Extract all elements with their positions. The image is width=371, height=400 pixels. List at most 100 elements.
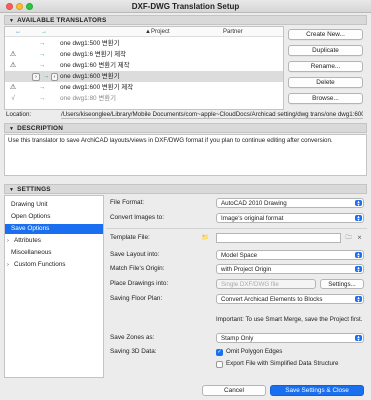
nav-open-options[interactable]: Open Options	[5, 212, 103, 222]
translator-list[interactable]: ↔ → ▲Project Partner → one dwg1:500 변환기 …	[4, 26, 284, 110]
cancel-button[interactable]: Cancel	[202, 385, 266, 396]
project-column-header[interactable]: ▲Project	[145, 27, 170, 37]
zoom-window-button[interactable]	[26, 3, 33, 10]
save-options-panel: File Format: AutoCAD 2010 Drawing ▲ ▼ Con…	[106, 195, 367, 378]
smart-merge-note: Important: To use Smart Merge, save the …	[216, 316, 363, 323]
settings-area: Drawing Unit Open Options Save Options ›…	[4, 195, 367, 383]
translator-name: one dwg1:6 변환기 제작	[60, 51, 126, 58]
popup-arrows-icon: ▲ ▼	[355, 265, 362, 273]
window-title: DXF-DWG Translation Setup	[131, 2, 240, 11]
disclosure-triangle-icon[interactable]: ▼	[9, 17, 14, 26]
template-file-label: Template File:	[110, 234, 150, 241]
clear-file-icon[interactable]: ⨯	[355, 234, 364, 242]
nav-save-options[interactable]: Save Options	[5, 224, 103, 234]
popup-arrows-icon: ▲ ▼	[355, 214, 362, 222]
place-drawings-settings-button[interactable]: Settings...	[320, 279, 364, 289]
location-path: /Users/kiseonglee/Library/Mobile Documen…	[61, 111, 363, 119]
export-simplified-checkbox[interactable]	[216, 361, 223, 368]
delete-button[interactable]: Delete	[288, 77, 363, 88]
create-new-button[interactable]: Create New...	[288, 29, 363, 40]
save-zones-select[interactable]: Stamp Only ▲ ▼	[216, 333, 364, 343]
save-settings-close-button[interactable]: Save Settings & Close	[270, 385, 364, 396]
place-drawings-value: Single DXF/DWG file	[221, 281, 279, 288]
nav-custom-functions[interactable]: › Custom Functions	[5, 260, 103, 270]
description-text: Use this translator to save ArchiCAD lay…	[4, 134, 367, 176]
export-arrow-icon: →	[39, 84, 46, 91]
nav-attributes[interactable]: › Attributes	[5, 236, 103, 246]
window-title-bar: DXF-DWG Translation Setup	[0, 0, 371, 13]
place-drawings-select[interactable]: Single DXF/DWG file	[216, 279, 316, 289]
bidirectional-column-icon[interactable]: ↔	[15, 27, 21, 37]
convert-images-value: Image's original format	[221, 215, 284, 222]
template-file-field[interactable]	[216, 233, 341, 243]
settings-title: SETTINGS	[17, 186, 51, 193]
file-format-label: File Format:	[110, 199, 145, 206]
save-layout-label: Save Layout into:	[110, 251, 160, 258]
nav-label: Custom Functions	[14, 261, 66, 268]
row-expand-button[interactable]: ›	[32, 73, 40, 81]
export-arrow-icon: →	[39, 40, 46, 47]
rename-button[interactable]: Rename...	[288, 61, 363, 72]
translator-row-selected[interactable]: › → › one dwg1:600 변환기	[5, 71, 283, 82]
file-format-select[interactable]: AutoCAD 2010 Drawing ▲ ▼	[216, 198, 364, 208]
settings-header[interactable]: ▼ SETTINGS	[4, 184, 367, 194]
convert-images-select[interactable]: Image's original format ▲ ▼	[216, 213, 364, 223]
folder-icon[interactable]: 📁	[201, 234, 210, 242]
divider	[106, 228, 367, 229]
translator-row[interactable]: ⚠ → one dwg1:600 변환기 제작	[5, 82, 283, 93]
translator-row[interactable]: ⚠ → one dwg1:60 변환기 제작	[5, 60, 283, 71]
chevron-right-icon[interactable]: ›	[7, 236, 14, 246]
warning-icon: ⚠	[9, 62, 17, 69]
translator-name: one dwg1:80 변환기	[60, 95, 117, 102]
browse-button[interactable]: Browse...	[288, 93, 363, 104]
nav-label: Miscellaneous	[11, 249, 52, 256]
nav-drawing-unit[interactable]: Drawing Unit	[5, 200, 103, 210]
match-origin-select[interactable]: with Project Origin ▲ ▼	[216, 264, 364, 274]
popup-arrows-icon: ▲ ▼	[355, 295, 362, 303]
browse-file-icon[interactable]: 🗀	[344, 234, 353, 242]
save-zones-value: Stamp Only	[221, 335, 254, 342]
close-window-button[interactable]	[6, 3, 13, 10]
row-action-button[interactable]: ›	[51, 73, 58, 81]
translator-row[interactable]: → one dwg1:500 변환기	[5, 38, 283, 49]
translator-name: one dwg1:600 변환기 제작	[60, 84, 134, 91]
saving-floor-plan-label: Saving Floor Plan:	[110, 295, 163, 302]
chevron-right-icon[interactable]: ›	[7, 260, 14, 270]
description-header[interactable]: ▼ DESCRIPTION	[4, 123, 367, 133]
export-column-icon[interactable]: →	[41, 27, 47, 37]
settings-nav: Drawing Unit Open Options Save Options ›…	[4, 195, 104, 378]
nav-miscellaneous[interactable]: Miscellaneous	[5, 248, 103, 258]
translator-name: one dwg1:60 변환기 제작	[60, 62, 130, 69]
omit-polygon-edges-checkbox[interactable]: ✓	[216, 349, 223, 356]
disclosure-triangle-icon[interactable]: ▼	[9, 125, 14, 134]
convert-images-label: Convert Images to:	[110, 214, 164, 221]
saving-3d-label: Saving 3D Data:	[110, 348, 157, 355]
translator-name: one dwg1:500 변환기	[60, 40, 120, 47]
duplicate-button[interactable]: Duplicate	[288, 45, 363, 56]
saving-floor-plan-value: Convert Archicad Elements to Blocks	[221, 296, 323, 303]
minimize-window-button[interactable]	[16, 3, 23, 10]
partner-column-header[interactable]: Partner	[223, 27, 243, 37]
translator-row[interactable]: √ → one dwg1:80 변환기	[5, 93, 283, 104]
save-layout-value: Model Space	[221, 252, 258, 259]
checkmark-icon: √	[11, 95, 15, 102]
save-layout-select[interactable]: Model Space ▲ ▼	[216, 250, 364, 260]
warning-icon: ⚠	[9, 51, 17, 58]
available-translators-title: AVAILABLE TRANSLATORS	[17, 17, 107, 24]
translator-name: one dwg1:600 변환기	[60, 73, 120, 80]
match-origin-label: Match File's Origin:	[110, 265, 165, 272]
export-arrow-icon: →	[39, 62, 46, 69]
export-arrow-icon: →	[39, 95, 46, 102]
omit-polygon-edges-label: Omit Polygon Edges	[226, 348, 283, 355]
description-title: DESCRIPTION	[17, 125, 64, 132]
saving-floor-plan-select[interactable]: Convert Archicad Elements to Blocks ▲ ▼	[216, 294, 364, 304]
export-simplified-label: Export File with Simplified Data Structu…	[226, 360, 339, 367]
popup-arrows-icon: ▲ ▼	[355, 251, 362, 259]
match-origin-value: with Project Origin	[221, 266, 272, 273]
popup-arrows-icon: ▲ ▼	[355, 334, 362, 342]
popup-arrows-icon: ▲ ▼	[355, 199, 362, 207]
disclosure-triangle-icon[interactable]: ▼	[9, 186, 14, 195]
nav-label: Attributes	[14, 237, 41, 244]
available-translators-header[interactable]: ▼ AVAILABLE TRANSLATORS	[4, 15, 367, 25]
translator-row[interactable]: ⚠ → one dwg1:6 변환기 제작	[5, 49, 283, 60]
